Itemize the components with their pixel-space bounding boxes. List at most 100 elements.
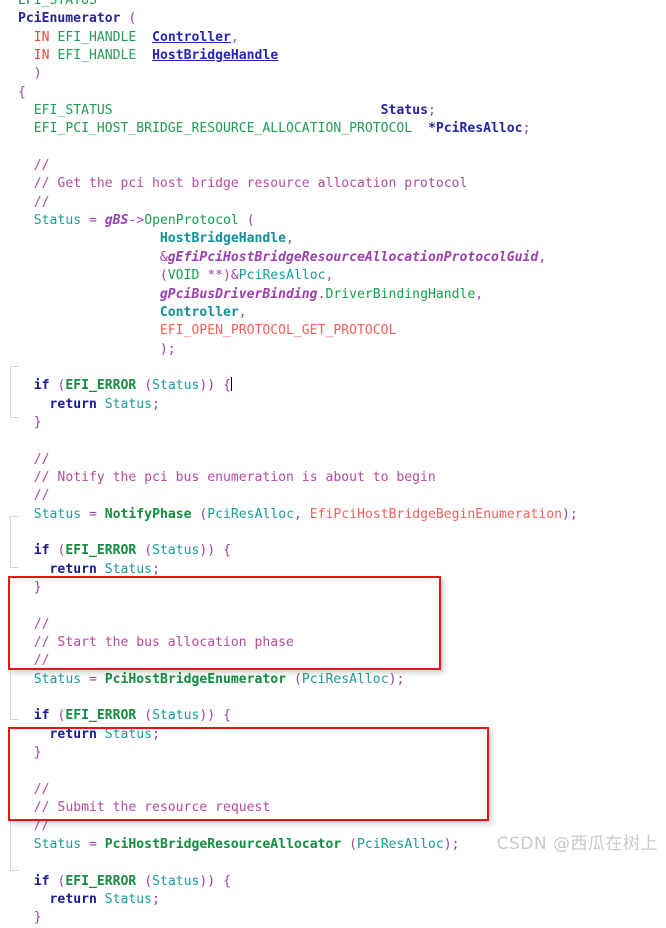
code-line[interactable]	[0, 762, 666, 780]
code-line[interactable]: //	[0, 781, 666, 799]
code-token: //	[33, 818, 50, 834]
code-line[interactable]: return Status;	[0, 891, 666, 909]
code-line[interactable]: }	[0, 579, 666, 597]
code-line[interactable]: //	[0, 487, 666, 505]
code-line[interactable]: HostBridgeHandle,	[0, 230, 666, 248]
code-line[interactable]	[0, 432, 666, 450]
code-line[interactable]: Status = gBS->OpenProtocol (	[0, 212, 666, 230]
code-token: PciHostBridgeEnumerator	[104, 671, 287, 687]
code-line[interactable]: // Start the bus allocation phase	[0, 634, 666, 652]
code-token: *PciResAlloc	[427, 121, 523, 137]
code-line[interactable]: )	[0, 65, 666, 83]
code-token: ,	[293, 506, 302, 522]
code-line[interactable]: //	[0, 451, 666, 469]
code-line[interactable]: &gEfiPciHostBridgeResourceAllocationProt…	[0, 249, 666, 267]
code-line[interactable]: Controller,	[0, 304, 666, 322]
code-line[interactable]: {	[0, 84, 666, 102]
code-line[interactable]: if (EFI_ERROR (Status)) {	[0, 873, 666, 891]
code-line[interactable]	[0, 689, 666, 707]
code-line[interactable]: }	[0, 414, 666, 432]
code-line[interactable]: EFI_STATUS Status;	[0, 102, 666, 120]
code-token: Status	[104, 561, 153, 577]
code-token: // Start the bus allocation phase	[33, 635, 294, 651]
code-line[interactable]: EFI_PCI_HOST_BRIDGE_RESOURCE_ALLOCATION_…	[0, 120, 666, 138]
code-line[interactable]	[0, 854, 666, 872]
code-token: Status	[33, 671, 82, 687]
code-line[interactable]: }	[0, 909, 666, 927]
code-token: IN	[33, 29, 50, 45]
code-line[interactable]: );	[0, 341, 666, 359]
code-line[interactable]: //	[0, 652, 666, 670]
code-token: DriverBindingHandle	[325, 286, 476, 302]
code-line[interactable]	[0, 524, 666, 542]
code-line[interactable]: PciEnumerator (	[0, 10, 666, 28]
code-token: **	[207, 268, 224, 284]
code-line[interactable]: EFI_STATUS	[0, 0, 666, 10]
code-editor-surface[interactable]: // EFI_STATUS PciEnumerator ( IN EFI_HAND…	[0, 0, 666, 925]
code-line[interactable]: gPciBusDriverBinding.DriverBindingHandle…	[0, 286, 666, 304]
code-token: Status	[104, 891, 153, 907]
code-line[interactable]: return Status;	[0, 726, 666, 744]
code-token: {	[223, 378, 231, 394]
code-token: )	[223, 268, 231, 284]
code-line[interactable]: if (EFI_ERROR (Status)) {	[0, 377, 666, 395]
code-token: )	[33, 66, 42, 82]
code-token: // Submit the resource request	[33, 800, 271, 816]
code-line-container[interactable]: EFI_STATUS PciEnumerator ( IN EFI_HANDLE …	[0, 0, 666, 928]
code-line[interactable]: Status = NotifyPhase (PciResAlloc, EfiPc…	[0, 506, 666, 524]
code-token: //	[33, 488, 50, 504]
code-token: &	[230, 268, 239, 284]
code-line[interactable]	[0, 597, 666, 615]
code-token: if	[33, 708, 50, 724]
code-line[interactable]	[0, 359, 666, 377]
code-line[interactable]: return Status;	[0, 396, 666, 414]
code-line[interactable]: return Status;	[0, 561, 666, 579]
code-line[interactable]: }	[0, 744, 666, 762]
code-token: //	[33, 158, 50, 174]
code-line[interactable]: EFI_OPEN_PROTOCOL_GET_PROTOCOL	[0, 322, 666, 340]
text-caret	[230, 377, 232, 392]
code-line[interactable]: Status = PciHostBridgeEnumerator (PciRes…	[0, 671, 666, 689]
code-token: PciResAlloc	[357, 836, 444, 852]
code-token: ;	[152, 726, 160, 742]
code-line[interactable]: if (EFI_ERROR (Status)) {	[0, 542, 666, 560]
code-line[interactable]: // Notify the pci bus enumeration is abo…	[0, 469, 666, 487]
code-token: EFI_ERROR	[65, 378, 137, 394]
code-line[interactable]	[0, 139, 666, 157]
code-line[interactable]: //	[0, 616, 666, 634]
code-line[interactable]: //	[0, 194, 666, 212]
code-token: (	[144, 708, 153, 724]
code-token: Status	[104, 396, 153, 412]
code-token: {	[223, 708, 231, 724]
code-line[interactable]: IN EFI_HANDLE Controller,	[0, 29, 666, 47]
code-line[interactable]: if (EFI_ERROR (Status)) {	[0, 707, 666, 725]
code-token: ,	[230, 29, 239, 45]
code-line[interactable]: IN EFI_HANDLE HostBridgeHandle	[0, 47, 666, 65]
code-line[interactable]: //	[0, 157, 666, 175]
code-line[interactable]: (VOID **)&PciResAlloc,	[0, 267, 666, 285]
code-line[interactable]: // Submit the resource request	[0, 799, 666, 817]
code-line[interactable]: // Get the pci host bridge resource allo…	[0, 175, 666, 193]
code-token: );	[388, 671, 405, 687]
code-token: (	[57, 873, 66, 889]
